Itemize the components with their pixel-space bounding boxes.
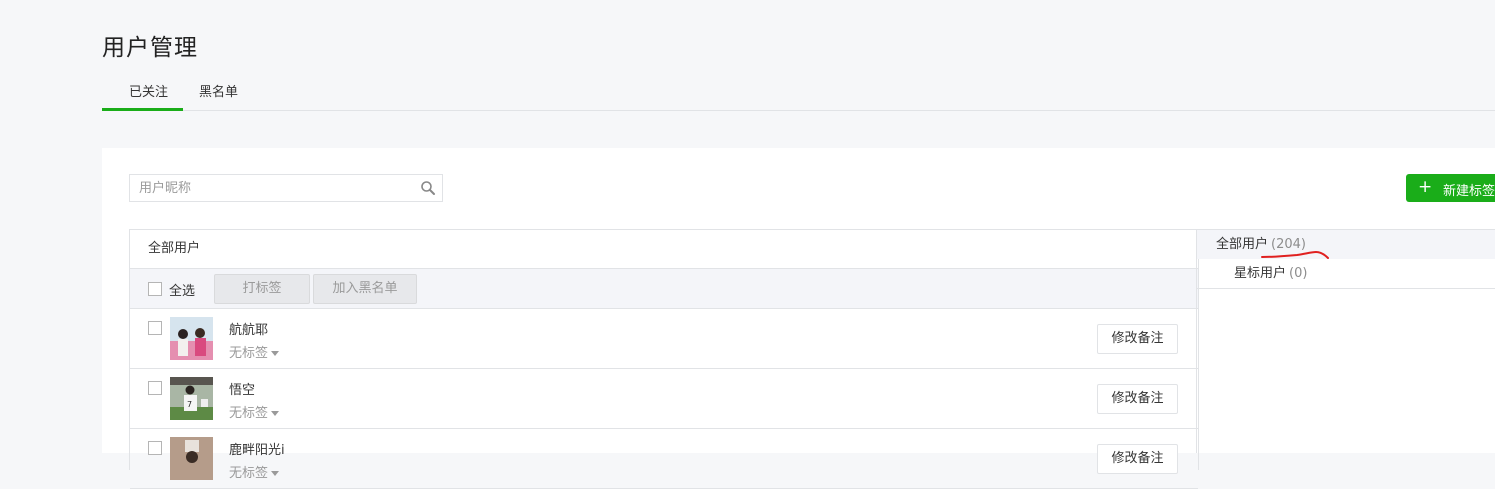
- user-tag-dropdown[interactable]: 无标签: [229, 462, 280, 481]
- avatar[interactable]: 7: [170, 377, 213, 420]
- user-tag-label: 无标签: [229, 406, 269, 421]
- caret-down-icon: [271, 351, 280, 356]
- row-checkbox[interactable]: [148, 381, 162, 395]
- add-to-blacklist-button[interactable]: 加入黑名单: [313, 274, 417, 304]
- user-tag-dropdown[interactable]: 无标签: [229, 402, 280, 421]
- user-tag-label: 无标签: [229, 466, 269, 481]
- page-title: 用户管理: [102, 35, 198, 61]
- group-label: 星标用户: [1234, 266, 1287, 281]
- edit-remark-button[interactable]: 修改备注: [1097, 384, 1178, 414]
- caret-down-icon: [271, 471, 280, 476]
- tag-button[interactable]: 打标签: [214, 274, 310, 304]
- tab-followed[interactable]: 已关注: [129, 81, 168, 100]
- main-panel: + 新建标签 全部用户 全选 打标签 加入黑名单 航航耶 无标签 修改备注: [102, 148, 1495, 489]
- group-sidebar: 全部用户 (204) 星标用户 (0): [1196, 229, 1495, 453]
- new-tag-button[interactable]: + 新建标签: [1406, 174, 1495, 202]
- table-row: 航航耶 无标签 修改备注: [130, 309, 1198, 369]
- search-box: [129, 174, 443, 202]
- row-checkbox[interactable]: [148, 321, 162, 335]
- search-input[interactable]: [130, 175, 410, 201]
- table-row: 7 悟空 无标签 修改备注: [130, 369, 1198, 429]
- edit-remark-button[interactable]: 修改备注: [1097, 444, 1178, 474]
- group-item-starred-users[interactable]: 星标用户 (0): [1197, 259, 1495, 289]
- list-toolbar: 全选 打标签 加入黑名单: [130, 269, 1198, 309]
- plus-icon: +: [1418, 177, 1433, 197]
- user-nickname: 鹿畔阳光i: [229, 443, 285, 458]
- avatar[interactable]: [170, 437, 213, 480]
- select-all-checkbox[interactable]: [148, 282, 162, 296]
- list-header: 全部用户: [130, 230, 1198, 269]
- user-tag-label: 无标签: [229, 346, 269, 361]
- table-row: 鹿畔阳光i 无标签 修改备注: [130, 429, 1198, 489]
- red-underline-annotation: [1261, 250, 1329, 259]
- tab-blacklist[interactable]: 黑名单: [199, 81, 238, 100]
- caret-down-icon: [271, 411, 280, 416]
- user-tag-dropdown[interactable]: 无标签: [229, 342, 280, 361]
- user-list: 全部用户 全选 打标签 加入黑名单 航航耶 无标签 修改备注 7 悟空 无标签 …: [129, 229, 1199, 489]
- group-count: (0): [1289, 266, 1308, 281]
- search-icon[interactable]: [420, 180, 436, 196]
- svg-text:7: 7: [187, 400, 192, 409]
- select-all-label[interactable]: 全选: [169, 280, 195, 299]
- user-nickname: 悟空: [229, 383, 256, 398]
- group-item-all-users[interactable]: 全部用户 (204): [1197, 229, 1495, 259]
- avatar[interactable]: [170, 317, 213, 360]
- tab-bar: 已关注 黑名单: [102, 74, 1495, 111]
- edit-remark-button[interactable]: 修改备注: [1097, 324, 1178, 354]
- new-tag-label: 新建标签: [1443, 184, 1495, 199]
- user-nickname: 航航耶: [229, 323, 269, 338]
- tab-followed-underline: [102, 108, 183, 111]
